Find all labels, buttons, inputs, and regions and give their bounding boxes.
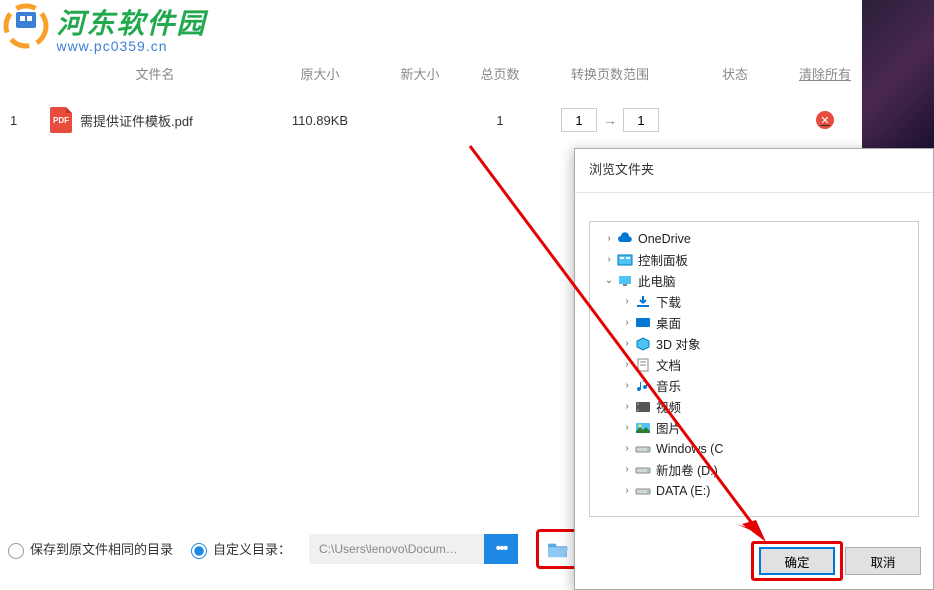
bottom-bar: 保存到原文件相同的目录 自定义目录： ••• [8,529,580,569]
pc-icon [616,273,634,289]
watermark-title: 河东软件园 [56,2,206,42]
watermark: 河东软件园 www.pc0359.cn [2,2,206,55]
panel-icon [616,252,634,268]
tree-item-OneDrive[interactable]: › OneDrive [594,228,914,249]
desktop-icon [634,315,652,331]
cloud-icon [616,231,634,247]
tree-item-label: 文档 [656,355,681,374]
ok-button[interactable]: 确定 [759,547,835,575]
doc-icon [634,357,652,373]
folder-icon [547,540,569,558]
chevron-icon: › [602,254,616,265]
tree-item-下载[interactable]: › 下载 [594,291,914,312]
pdf-icon: PDF [50,107,72,133]
chevron-icon: › [620,359,634,370]
tree-item-label: 控制面板 [638,250,688,269]
header-status: 状态 [680,64,790,88]
tree-item-label: 图片 [656,418,681,437]
row-origsize: 110.89KB [260,113,380,128]
drive-icon [634,462,652,478]
open-folder-button[interactable] [541,534,575,564]
row-index: 1 [10,113,50,128]
range-to-input[interactable] [623,108,659,132]
tree-item-label: 下载 [656,292,681,311]
table-header: 文件名 原大小 新大小 总页数 转换页数范围 状态 清除所有 [0,64,934,88]
tree-item-label: DATA (E:) [656,484,710,498]
tree-item-DATA (E:)[interactable]: › DATA (E:) [594,480,914,501]
tree-item-label: 3D 对象 [656,334,700,353]
pic-icon [634,420,652,436]
browse-folder-dialog: 浏览文件夹 ›OneDrive›控制面板⌄此电脑›下载›桌面›3D 对象›文档›… [574,148,934,590]
folder-tree: ›OneDrive›控制面板⌄此电脑›下载›桌面›3D 对象›文档›音乐›视频›… [589,221,919,517]
chevron-icon: › [620,485,634,496]
tree-item-视频[interactable]: › 视频 [594,396,914,417]
chevron-icon: › [620,380,634,391]
row-totalpages: 1 [460,113,540,128]
tree-item-文档[interactable]: › 文档 [594,354,914,375]
tree-item-控制面板[interactable]: › 控制面板 [594,249,914,270]
custom-dir-option[interactable]: 自定义目录： [191,539,291,559]
chevron-icon: › [620,296,634,307]
table-row: 1 PDF 需提供证件模板.pdf 110.89KB 1 → ✕ [0,100,934,140]
video-icon [634,399,652,415]
tree-item-label: 此电脑 [638,271,676,290]
cube-icon [634,336,652,352]
header-origsize: 原大小 [260,64,380,88]
tree-item-label: OneDrive [638,232,691,246]
tree-item-音乐[interactable]: › 音乐 [594,375,914,396]
save-orig-dir-option[interactable]: 保存到原文件相同的目录 [8,539,173,559]
tree-item-桌面[interactable]: › 桌面 [594,312,914,333]
delete-row-button[interactable]: ✕ [816,111,834,129]
chevron-icon: › [620,443,634,454]
chevron-icon: › [602,233,616,244]
tree-item-label: 音乐 [656,376,681,395]
drive-icon [634,483,652,499]
tree-item-此电脑[interactable]: ⌄ 此电脑 [594,270,914,291]
tree-item-label: 视频 [656,397,681,416]
clear-all-link[interactable]: 清除所有 [790,64,860,88]
header-newsize: 新大小 [380,64,460,88]
tree-item-新加卷 (D:)[interactable]: › 新加卷 (D:) [594,459,914,480]
chevron-icon: › [620,317,634,328]
dialog-title: 浏览文件夹 [575,149,933,193]
header-filename: 文件名 [50,64,260,88]
browse-path-button[interactable]: ••• [484,534,518,564]
drive-icon [634,441,652,457]
tree-item-label: 桌面 [656,313,681,332]
arrow-right-icon: → [603,112,617,128]
chevron-icon: ⌄ [602,275,616,286]
watermark-logo-icon [2,2,50,50]
tree-item-label: Windows (C [656,442,723,456]
header-totalpages: 总页数 [460,64,540,88]
tree-item-Windows (C[interactable]: › Windows (C [594,438,914,459]
chevron-icon: › [620,338,634,349]
row-filename: 需提供证件模板.pdf [80,111,193,130]
header-range: 转换页数范围 [540,64,680,88]
range-from-input[interactable] [561,108,597,132]
cancel-button[interactable]: 取消 [845,547,921,575]
tree-item-3D 对象[interactable]: › 3D 对象 [594,333,914,354]
chevron-icon: › [620,422,634,433]
chevron-icon: › [620,401,634,412]
tree-item-图片[interactable]: › 图片 [594,417,914,438]
tree-item-label: 新加卷 (D:) [656,460,718,479]
music-icon [634,378,652,394]
chevron-icon: › [620,464,634,475]
download-icon [634,294,652,310]
custom-dir-input[interactable] [309,534,484,564]
